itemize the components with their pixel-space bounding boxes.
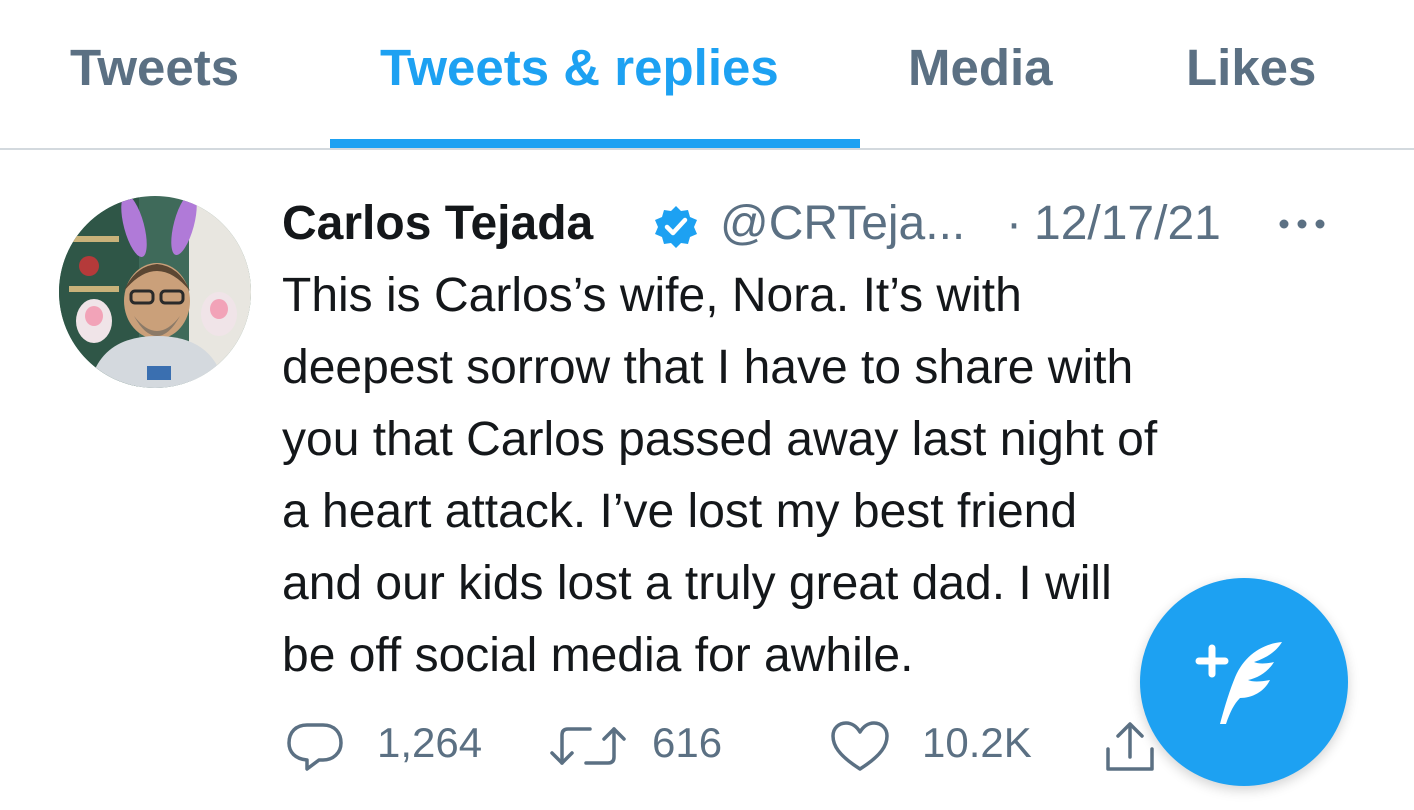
comment-bubble-icon xyxy=(287,723,343,771)
tweet-text-line: This is Carlos’s wife, Nora. It’s with xyxy=(282,269,1022,322)
tab-tweets-and-replies[interactable]: Tweets & replies xyxy=(380,38,779,98)
reply-count: 1,264 xyxy=(377,719,483,766)
compose-tweet-button[interactable] xyxy=(1140,578,1348,786)
like-count: 10.2K xyxy=(922,719,1032,766)
tab-tweets[interactable]: Tweets xyxy=(70,38,239,98)
author-display-name[interactable]: Carlos Tejada xyxy=(282,194,593,254)
like-button[interactable]: 10.2K xyxy=(830,713,1050,773)
retweet-button[interactable]: 616 xyxy=(548,713,748,773)
tweet-text-line: deepest sorrow that I have to share with xyxy=(282,341,1134,394)
verified-badge-icon xyxy=(655,206,697,248)
more-horizontal-icon[interactable] xyxy=(1272,204,1332,244)
tweet-text-line: a heart attack. I’ve lost my best friend xyxy=(282,485,1078,538)
separator-dot: · xyxy=(1006,197,1022,250)
profile-timeline-page: Tweets Tweets & replies Media Likes Carl… xyxy=(0,0,1414,810)
active-tab-indicator xyxy=(330,139,860,148)
tweet-timestamp[interactable]: 12/17/21 xyxy=(1034,194,1221,254)
author-handle[interactable]: @CRTeja... xyxy=(720,194,965,254)
heart-icon xyxy=(831,721,889,771)
reply-button[interactable]: 1,264 xyxy=(285,713,505,773)
tweet-header: Carlos Tejada @CRTeja... · 12/17/21 xyxy=(282,190,1392,260)
avatar-photo xyxy=(59,196,251,388)
retweet-arrows-icon xyxy=(550,727,626,765)
avatar[interactable] xyxy=(59,196,251,388)
compose-feather-plus-icon xyxy=(1195,642,1282,724)
tweet-text-line: you that Carlos passed away last night o… xyxy=(282,413,1158,466)
profile-tabs: Tweets Tweets & replies Media Likes xyxy=(0,0,1414,150)
retweet-count: 616 xyxy=(652,719,723,766)
tab-likes[interactable]: Likes xyxy=(1186,38,1316,98)
tab-media[interactable]: Media xyxy=(908,38,1053,98)
